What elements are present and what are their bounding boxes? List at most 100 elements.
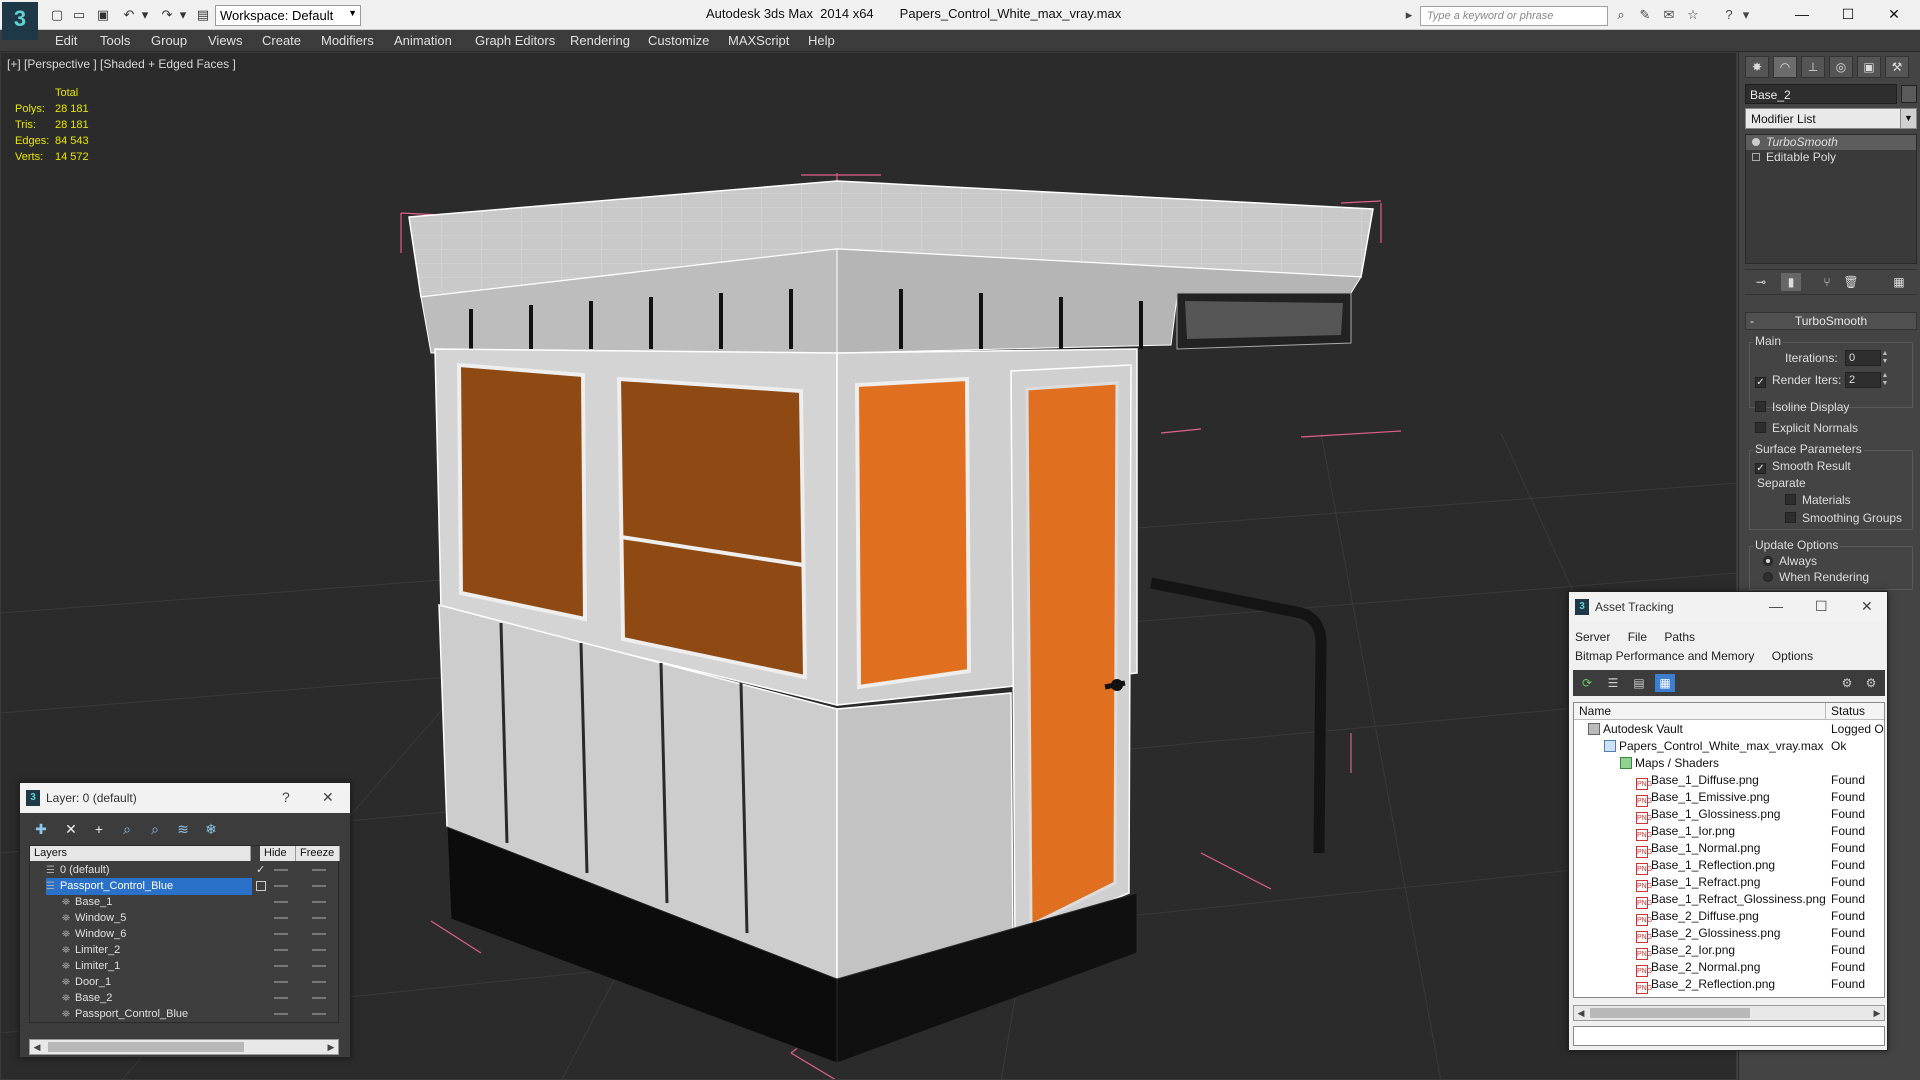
asset-row[interactable]: PNGBase_1_Glossiness.png Found — [1574, 806, 1884, 824]
layer-row[interactable]: ☰ Passport_Control_Blue — [30, 878, 340, 895]
maximize-icon[interactable]: ☐ — [1815, 598, 1828, 615]
layer-row[interactable]: ⛯ Limiter_1 — [30, 958, 340, 974]
menu-maxscript[interactable]: MAXScript — [728, 33, 789, 48]
minimize-icon[interactable]: — — [1769, 598, 1783, 614]
freeze-toggle[interactable] — [312, 869, 326, 871]
vault-login-icon[interactable]: ⚙ — [1837, 674, 1857, 692]
asset-horizontal-scrollbar[interactable]: ◀ ▶ — [1573, 1005, 1885, 1021]
freeze-toggle[interactable] — [312, 1013, 326, 1015]
subscription-icon[interactable]: ✎ — [1636, 7, 1654, 23]
hide-toggle[interactable] — [274, 901, 288, 903]
scroll-left-icon[interactable]: ◀ — [1574, 1006, 1588, 1020]
menu-server[interactable]: Server — [1575, 630, 1610, 644]
active-check-icon[interactable]: ✓ — [256, 862, 265, 878]
column-header-hide[interactable]: Hide — [260, 846, 296, 861]
binoculars-icon[interactable]: ⌕ — [1612, 7, 1630, 23]
layer-row[interactable]: ⛯ Limiter_2 — [30, 942, 340, 958]
smoothing-groups-checkbox[interactable]: Smoothing Groups — [1785, 511, 1902, 525]
menu-paths[interactable]: Paths — [1664, 630, 1695, 644]
spinner-arrows-icon[interactable]: ▲ ▼ — [1881, 372, 1889, 388]
scroll-left-icon[interactable]: ◀ — [30, 1040, 44, 1054]
hide-toggle[interactable] — [274, 965, 288, 967]
create-layer-icon[interactable]: ✚ — [30, 819, 52, 839]
hide-toggle[interactable] — [274, 1013, 288, 1015]
menu-options[interactable]: Options — [1772, 649, 1813, 663]
turbosmooth-rollout-header[interactable]: - TurboSmooth — [1745, 312, 1917, 330]
asset-row[interactable]: PNGBase_1_Emissive.png Found — [1574, 789, 1884, 807]
render-iters-spinner[interactable]: 2 — [1845, 372, 1881, 388]
display-tab-icon[interactable]: ▣ — [1857, 56, 1881, 78]
column-header-layers[interactable]: Layers — [30, 846, 251, 861]
scroll-right-icon[interactable]: ▶ — [1870, 1006, 1884, 1020]
smooth-result-checkbox[interactable]: ✓ Smooth Result — [1755, 459, 1851, 474]
help-icon[interactable]: ? — [282, 789, 290, 805]
menu-edit[interactable]: Edit — [55, 33, 77, 48]
asset-row[interactable]: PNGBase_2_Glossiness.png Found — [1574, 925, 1884, 943]
menu-rendering[interactable]: Rendering — [570, 33, 630, 48]
object-color-swatch[interactable] — [1901, 85, 1917, 103]
scroll-thumb[interactable] — [48, 1042, 244, 1052]
workspace-dropdown[interactable]: Workspace: Default ▼ — [215, 5, 361, 26]
hierarchy-tab-icon[interactable]: ⊥ — [1801, 56, 1825, 78]
menu-tools[interactable]: Tools — [100, 33, 130, 48]
make-unique-icon[interactable]: ⑂ — [1817, 273, 1837, 291]
hide-toggle[interactable] — [274, 997, 288, 999]
iterations-spinner[interactable]: 0 — [1845, 350, 1881, 366]
remove-modifier-icon[interactable]: 🗑 — [1841, 273, 1861, 291]
viewport-label[interactable]: [+] [Perspective ] [Shaded + Edged Faces… — [7, 57, 236, 71]
search-input[interactable]: Type a keyword or phrase — [1420, 6, 1608, 26]
thumbnail-view-icon[interactable]: ▤ — [1629, 674, 1649, 692]
redo-dropdown-icon[interactable]: ▾ — [174, 7, 192, 23]
lightbulb-icon[interactable] — [1752, 138, 1760, 146]
freeze-toggle[interactable] — [312, 917, 326, 919]
undo-dropdown-icon[interactable]: ▾ — [136, 7, 154, 23]
scroll-thumb[interactable] — [1590, 1008, 1750, 1018]
select-objects-icon[interactable]: ⌕ — [116, 819, 138, 839]
menu-file[interactable]: File — [1628, 630, 1647, 644]
utilities-tab-icon[interactable]: ⚒ — [1885, 56, 1909, 78]
freeze-toggle[interactable] — [312, 965, 326, 967]
menu-group[interactable]: Group — [151, 33, 187, 48]
expand-box-icon[interactable] — [1752, 153, 1760, 161]
maximize-button[interactable]: ☐ — [1824, 0, 1872, 28]
layer-row[interactable]: ⛯ Door_1 — [30, 974, 340, 990]
radio[interactable] — [1763, 572, 1773, 582]
radio-selected[interactable] — [1763, 556, 1773, 566]
hide-all-icon[interactable]: ≋ — [172, 819, 194, 839]
asset-row[interactable]: PNGBase_2_Diffuse.png Found — [1574, 908, 1884, 926]
layer-row[interactable]: ⛯ Base_1 — [30, 894, 340, 910]
spinner-arrows-icon[interactable]: ▲ ▼ — [1881, 350, 1889, 366]
asset-row[interactable]: PNGBase_2_Ior.png Found — [1574, 942, 1884, 960]
table-view-icon[interactable]: ▦ — [1655, 674, 1675, 692]
layer-row[interactable]: ☰ 0 (default) ✓ — [30, 862, 340, 878]
hide-toggle[interactable] — [274, 917, 288, 919]
asset-row[interactable]: Autodesk Vault Logged O — [1574, 721, 1884, 738]
scroll-right-icon[interactable]: ▶ — [324, 1040, 338, 1054]
checkbox[interactable] — [1755, 422, 1766, 433]
pin-stack-icon[interactable]: ⊸ — [1751, 273, 1771, 291]
menu-animation[interactable]: Animation — [394, 33, 452, 48]
column-header-status[interactable]: Status — [1826, 703, 1884, 720]
menu-customize[interactable]: Customize — [648, 33, 709, 48]
help-dropdown-icon[interactable]: ▾ — [1737, 7, 1755, 23]
list-view-icon[interactable]: ☰ — [1603, 674, 1623, 692]
asset-row[interactable]: PNGBase_1_Normal.png Found — [1574, 840, 1884, 858]
close-icon[interactable]: ✕ — [1861, 598, 1873, 615]
column-header-freeze[interactable]: Freeze — [296, 846, 340, 861]
active-layer-box[interactable] — [256, 881, 266, 891]
when-rendering-radio[interactable]: When Rendering — [1763, 570, 1869, 584]
asset-row[interactable]: PNGBase_1_Ior.png Found — [1574, 823, 1884, 841]
motion-tab-icon[interactable]: ◎ — [1829, 56, 1853, 78]
hide-toggle[interactable] — [274, 869, 288, 871]
asset-row[interactable]: PNGBase_1_Refract_Glossiness.png Found — [1574, 891, 1884, 909]
asset-row[interactable]: PNGBase_1_Diffuse.png Found — [1574, 772, 1884, 790]
minimize-button[interactable]: — — [1778, 0, 1826, 28]
hide-toggle[interactable] — [274, 981, 288, 983]
checkbox[interactable] — [1785, 494, 1796, 505]
hide-toggle[interactable] — [274, 933, 288, 935]
freeze-toggle[interactable] — [312, 997, 326, 999]
open-file-icon[interactable]: ▭ — [70, 7, 88, 23]
always-radio[interactable]: Always — [1763, 554, 1817, 568]
menu-views[interactable]: Views — [208, 33, 242, 48]
checkbox[interactable] — [1755, 401, 1766, 412]
